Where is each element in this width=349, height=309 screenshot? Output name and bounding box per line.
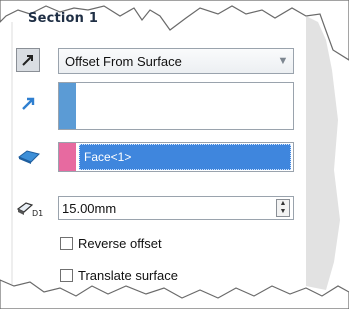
direction-selection-list[interactable] bbox=[76, 83, 293, 129]
translate-surface-checkbox[interactable]: Translate surface bbox=[60, 268, 178, 283]
reverse-offset-label: Reverse offset bbox=[78, 236, 162, 251]
spin-down-icon[interactable]: ▼ bbox=[277, 208, 289, 216]
face-selection-box[interactable]: Face<1> bbox=[58, 142, 294, 172]
svg-text:D1: D1 bbox=[32, 209, 43, 218]
chevron-down-icon: ▼ bbox=[277, 55, 289, 67]
translate-surface-label: Translate surface bbox=[78, 268, 178, 283]
selection-color-bar bbox=[59, 83, 76, 129]
offset-type-value: Offset From Surface bbox=[65, 53, 182, 69]
offset-type-select[interactable]: Offset From Surface ▼ bbox=[58, 48, 294, 74]
distance-value: 15.00mm bbox=[62, 200, 117, 216]
torn-bottom-edge bbox=[0, 279, 349, 309]
distance-input[interactable]: 15.00mm ▲ ▼ bbox=[58, 196, 294, 220]
distance-icon: D1 bbox=[14, 196, 44, 220]
face-list-item[interactable]: Face<1> bbox=[79, 144, 291, 170]
face-select-icon bbox=[16, 146, 42, 168]
selection-color-bar bbox=[59, 143, 76, 171]
direction-toggle-button[interactable] bbox=[16, 48, 40, 72]
distance-spinner[interactable]: ▲ ▼ bbox=[276, 199, 290, 217]
right-shadow-edge bbox=[306, 16, 340, 290]
direction-toggle-icon bbox=[22, 55, 33, 66]
reverse-offset-box[interactable] bbox=[60, 237, 73, 250]
direction-selection-box[interactable] bbox=[58, 82, 294, 130]
section-title: Section 1 bbox=[28, 11, 99, 26]
direction-arrow-icon bbox=[18, 92, 40, 114]
reverse-offset-checkbox[interactable]: Reverse offset bbox=[60, 236, 162, 251]
translate-surface-box[interactable] bbox=[60, 269, 73, 282]
spin-up-icon[interactable]: ▲ bbox=[277, 200, 289, 208]
face-item-label: Face<1> bbox=[84, 150, 132, 164]
